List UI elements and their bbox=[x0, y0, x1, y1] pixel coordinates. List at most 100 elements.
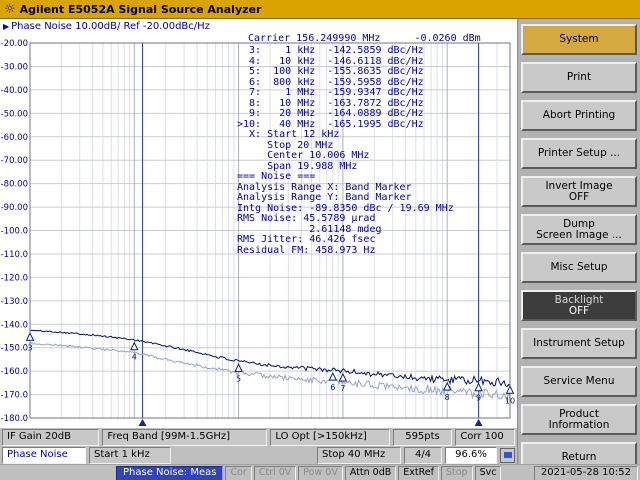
y-axis-label: -50.00 bbox=[1, 109, 28, 119]
softkey-menu: System Print Abort Printing Printer Setup .… bbox=[517, 19, 640, 473]
menu-button-product-information[interactable]: Product Information bbox=[521, 404, 637, 435]
sun-icon: ☼ bbox=[4, 1, 16, 17]
status-field-corr-100: Corr 100 bbox=[455, 428, 515, 446]
menu-button-sublabel: OFF bbox=[568, 190, 590, 203]
y-axis-label: -20.00 bbox=[1, 39, 28, 49]
y-axis-label: -170.0 bbox=[1, 391, 28, 401]
status-field-freq-band-99m-1-5ghz: Freq Band [99M-1.5GHz] bbox=[102, 428, 268, 446]
menu-button-label: Misc Setup bbox=[550, 261, 608, 273]
status-bar: Phase Noise: Meas Cor Ctrl 0V Pow 0V Attn 0… bbox=[0, 464, 640, 480]
marker-4-label: 4 bbox=[132, 353, 137, 362]
clock: 2021-05-28 10:52 bbox=[533, 465, 638, 480]
sweep-stop-label: Stop 40 MHz bbox=[317, 446, 401, 464]
menu-button-system[interactable]: System bbox=[521, 24, 637, 55]
menu-button-label: Printer Setup ... bbox=[537, 147, 621, 159]
y-axis-label: -160.0 bbox=[1, 367, 28, 377]
status-flag-stop: Stop bbox=[440, 465, 473, 480]
marker-6-icon bbox=[328, 372, 338, 381]
y-axis-label: -120.0 bbox=[1, 273, 28, 283]
marker-7-icon bbox=[338, 372, 348, 382]
menu-button-misc-setup[interactable]: Misc Setup bbox=[521, 252, 637, 283]
marker-10-icon bbox=[505, 385, 515, 394]
y-axis-label: -180.0 bbox=[1, 414, 28, 424]
y-axis-label: -30.00 bbox=[1, 62, 28, 72]
y-axis-label: -90.00 bbox=[1, 203, 28, 213]
status-flag-cor: Cor bbox=[225, 465, 252, 480]
marker-3-icon bbox=[25, 332, 35, 341]
progress-percent: 96.6% bbox=[445, 446, 497, 464]
status-flag-extref: ExtRef bbox=[398, 465, 439, 480]
menu-button-invert-image-off[interactable]: Invert Image OFF bbox=[521, 176, 637, 207]
sweep-start-label: Start 1 kHz bbox=[89, 446, 171, 464]
marker-readout: 3: 1 kHz -142.5859 dBc/Hz 4: 10 kHz -146… bbox=[237, 45, 454, 256]
marker-5-icon bbox=[234, 363, 243, 372]
band-marker-triangle bbox=[138, 419, 147, 426]
y-axis-label: -40.00 bbox=[1, 86, 28, 96]
menu-button-sublabel: OFF bbox=[568, 304, 590, 317]
menu-button-printer-setup[interactable]: Printer Setup ... bbox=[521, 138, 637, 169]
band-marker-triangle bbox=[474, 419, 483, 426]
status-flag-pow-0v: Pow 0V bbox=[298, 465, 343, 480]
sweep-status-row: Phase Noise Start 1 kHz Stop 40 MHz 4/4 … bbox=[0, 446, 517, 464]
trace-arrow-icon: ▶ bbox=[3, 21, 10, 31]
menu-button-label: Instrument Setup bbox=[533, 337, 625, 349]
plot-header: ▶ Phase Noise 10.00dB/ Ref -20.00dBc/Hz bbox=[3, 21, 210, 32]
marker-9-label: 9 bbox=[476, 394, 481, 403]
main-area: 3 4 5 6 7 8 9 10 -20.00 -30.00 -40.00 -50.00 -60.00 -… bbox=[0, 19, 640, 473]
marker-4-icon bbox=[129, 341, 139, 351]
average-count: 4/4 bbox=[404, 446, 442, 464]
marker-3-label: 3 bbox=[27, 343, 32, 352]
y-axis-label: -130.0 bbox=[1, 297, 28, 307]
menu-button-sublabel: Information bbox=[548, 418, 610, 431]
status-flag-svc: Svc bbox=[474, 465, 502, 480]
carrier-power: -0.0260 dBm bbox=[414, 33, 481, 44]
display-icon-inner bbox=[503, 452, 512, 458]
y-axis-label: -60.00 bbox=[1, 133, 28, 143]
menu-button-label: Abort Printing bbox=[542, 109, 616, 121]
menu-button-dump-screen-image[interactable]: Dump Screen Image ... bbox=[521, 214, 637, 245]
menu-button-label: Dump bbox=[563, 217, 595, 230]
y-axis-label: -150.0 bbox=[1, 344, 28, 354]
window-title: Agilent E5052A Signal Source Analyzer bbox=[19, 2, 262, 16]
marker-8-label: 8 bbox=[445, 393, 450, 402]
status-field-if-gain-20db: IF Gain 20dB bbox=[2, 428, 100, 446]
menu-button-label: Invert Image bbox=[545, 179, 613, 192]
menu-button-label: Product bbox=[559, 407, 599, 420]
menu-button-label: Print bbox=[566, 71, 592, 83]
menu-button-service-menu[interactable]: Service Menu bbox=[521, 366, 637, 397]
measurement-status-row: IF Gain 20dB Freq Band [99M-1.5GHz] LO Opt… bbox=[0, 428, 517, 446]
measurement-column: 3 4 5 6 7 8 9 10 -20.00 -30.00 -40.00 -50.00 -60.00 -… bbox=[0, 19, 517, 464]
marker-5-label: 5 bbox=[236, 374, 241, 383]
menu-button-abort-printing[interactable]: Abort Printing bbox=[521, 100, 637, 131]
titlebar: ☼ Agilent E5052A Signal Source Analyzer bbox=[0, 0, 640, 19]
marker-9-icon bbox=[474, 382, 483, 392]
menu-button-label: Service Menu bbox=[543, 375, 615, 387]
y-axis-label: -100.0 bbox=[1, 227, 28, 237]
instrument-screen: ☼ Agilent E5052A Signal Source Analyzer … bbox=[0, 0, 640, 480]
status-field-595pts: 595pts bbox=[392, 428, 453, 446]
y-axis-label: -80.00 bbox=[1, 180, 28, 190]
menu-button-instrument-setup[interactable]: Instrument Setup bbox=[521, 328, 637, 359]
marker-10-label: 10 bbox=[505, 396, 515, 405]
status-field-lo-opt-150khz: LO Opt [>150kHz] bbox=[270, 428, 390, 446]
menu-button-label: Backlight bbox=[554, 293, 604, 306]
y-axis-label: -140.0 bbox=[1, 320, 28, 330]
display-icon[interactable] bbox=[500, 447, 515, 463]
marker-7-label: 7 bbox=[340, 384, 345, 393]
y-axis-label: -70.00 bbox=[1, 156, 28, 166]
menu-button-print[interactable]: Print bbox=[521, 62, 637, 93]
carrier-frequency: Carrier 156.249990 MHz bbox=[248, 33, 381, 44]
menu-button-backlight-off[interactable]: Backlight OFF bbox=[521, 290, 637, 321]
marker-6-label: 6 bbox=[330, 383, 335, 392]
measurement-mode-badge: Phase Noise: Meas bbox=[116, 465, 224, 480]
menu-button-label: System bbox=[559, 33, 599, 45]
menu-button-label: Return bbox=[561, 451, 597, 463]
carrier-readout: Carrier 156.249990 MHz -0.0260 dBm bbox=[248, 33, 481, 44]
status-flag-ctrl-0v: Ctrl 0V bbox=[253, 465, 297, 480]
menu-button-sublabel: Screen Image ... bbox=[536, 228, 622, 241]
status-flags: Cor Ctrl 0V Pow 0V Attn 0dB ExtRef Stop Svc bbox=[225, 465, 502, 480]
phase-noise-plot-panel: 3 4 5 6 7 8 9 10 -20.00 -30.00 -40.00 -50.00 -60.00 -… bbox=[0, 19, 517, 428]
trace-tab-phase-noise[interactable]: Phase Noise bbox=[2, 446, 86, 464]
trace-scale-label: Phase Noise 10.00dB/ Ref -20.00dBc/Hz bbox=[11, 21, 210, 32]
status-flag-attn-0db: Attn 0dB bbox=[344, 465, 397, 480]
